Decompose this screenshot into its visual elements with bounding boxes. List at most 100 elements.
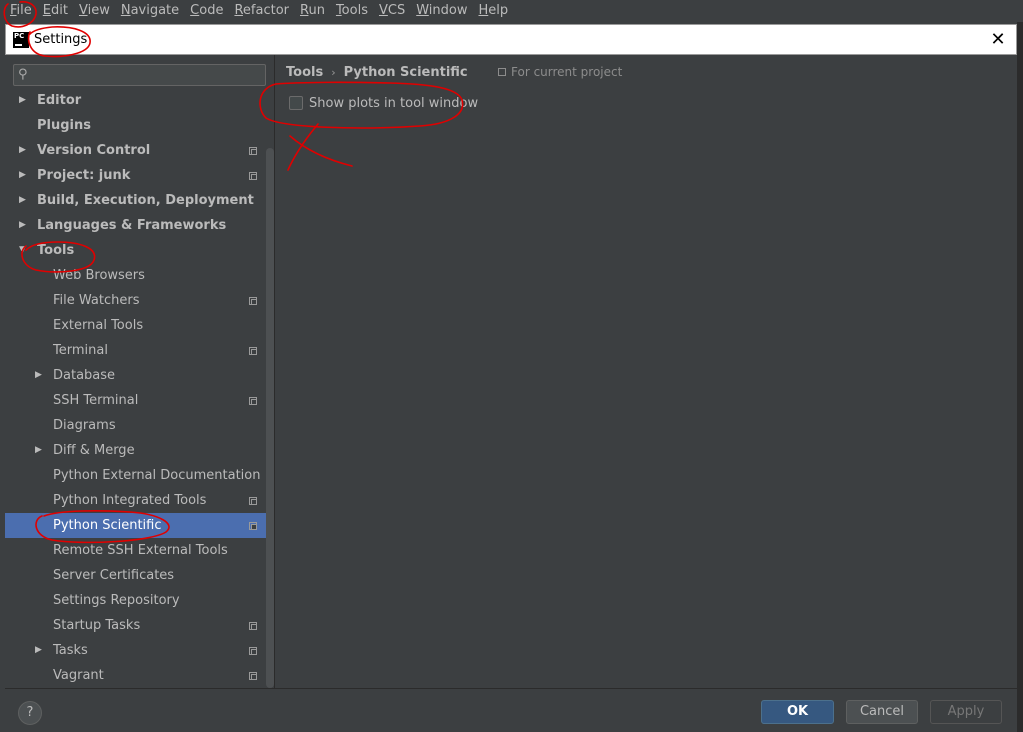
tree-item-python-scientific[interactable]: Python Scientific	[5, 513, 267, 538]
menu-edit[interactable]: Edit	[39, 1, 72, 21]
tree-item-web-browsers[interactable]: Web Browsers	[5, 263, 267, 288]
tree-item-label: Python Integrated Tools	[53, 493, 207, 508]
tree-item-label: Editor	[37, 93, 82, 108]
tree-item-settings-repository[interactable]: Settings Repository	[5, 588, 267, 613]
tree-item-label: Web Browsers	[53, 268, 145, 283]
tree-item-label: Startup Tasks	[53, 618, 141, 633]
project-level-icon	[249, 672, 257, 680]
show-plots-option[interactable]: Show plots in tool window	[289, 94, 478, 112]
tree-item-label: Diagrams	[53, 418, 116, 433]
tree-item-diagrams[interactable]: Diagrams	[5, 413, 267, 438]
tree-item-file-watchers[interactable]: File Watchers	[5, 288, 267, 313]
tree-item-ssh-terminal[interactable]: SSH Terminal	[5, 388, 267, 413]
breadcrumb-tools[interactable]: Tools	[286, 63, 323, 83]
menu-tools[interactable]: Tools	[332, 1, 372, 21]
tree-item-label: Languages & Frameworks	[37, 218, 227, 233]
tree-item-startup-tasks[interactable]: Startup Tasks	[5, 613, 267, 638]
tree-item-vagrant[interactable]: Vagrant	[5, 663, 267, 688]
tree-item-label: SSH Terminal	[53, 393, 139, 408]
tree-item-version-control[interactable]: ▶ Version Control	[5, 138, 267, 163]
collapsed-arrow-icon[interactable]: ▶	[35, 363, 42, 388]
menu-label: indow	[428, 3, 468, 18]
cancel-button[interactable]: Cancel	[846, 700, 918, 724]
tree-item-editor[interactable]: ▶ Editor	[5, 88, 267, 113]
project-level-icon	[249, 647, 257, 655]
menu-window[interactable]: Window	[412, 1, 471, 21]
pycharm-logo-icon: PC	[13, 31, 29, 48]
menu-mnemonic: C	[190, 3, 200, 18]
background-window-edge	[1017, 22, 1023, 732]
tree-item-label: Server Certificates	[53, 568, 175, 583]
project-level-icon	[249, 347, 257, 355]
collapsed-arrow-icon[interactable]: ▶	[19, 213, 26, 238]
tree-item-external-tools[interactable]: External Tools	[5, 313, 267, 338]
menu-file[interactable]: File	[6, 1, 36, 21]
ok-button[interactable]: OK	[761, 700, 834, 724]
settings-dialog: ⚲ ▶ Editor Plugins ▶ Version Control ▶ Project…	[5, 55, 1017, 732]
project-level-icon	[249, 172, 257, 180]
menu-code[interactable]: Code	[186, 1, 227, 21]
expanded-arrow-icon[interactable]: ▼	[19, 238, 26, 263]
menu-mnemonic: H	[478, 3, 489, 18]
tree-item-build-execution-deployment[interactable]: ▶ Build, Execution, Deployment	[5, 188, 267, 213]
show-plots-checkbox[interactable]	[289, 96, 303, 110]
close-icon[interactable]: ✕	[988, 30, 1008, 50]
menu-label: efactor	[242, 3, 289, 18]
collapsed-arrow-icon[interactable]: ▶	[19, 163, 26, 188]
menu-mnemonic: N	[120, 3, 131, 18]
menu-label: un	[308, 3, 325, 18]
menu-refactor[interactable]: Refactor	[230, 1, 293, 21]
menu-help[interactable]: Help	[475, 1, 513, 21]
tree-item-tools[interactable]: ▼ Tools	[5, 238, 267, 263]
menu-run[interactable]: Run	[296, 1, 329, 21]
breadcrumb-separator: ›	[331, 66, 336, 79]
collapsed-arrow-icon[interactable]: ▶	[35, 638, 42, 663]
tree-item-python-external-documentation[interactable]: Python External Documentation	[5, 463, 267, 488]
tree-item-tasks[interactable]: ▶ Tasks	[5, 638, 267, 663]
menu-bar: File Edit View Navigate Code Refactor Run Tools…	[0, 0, 1023, 22]
tree-item-server-certificates[interactable]: Server Certificates	[5, 563, 267, 588]
show-plots-label[interactable]: Show plots in tool window	[309, 96, 478, 111]
tree-item-label: Terminal	[53, 343, 108, 358]
tree-item-label: Python External Documentation	[53, 468, 261, 483]
search-icon: ⚲	[18, 67, 28, 82]
sidebar-scrollbar[interactable]	[266, 148, 274, 688]
tree-item-terminal[interactable]: Terminal	[5, 338, 267, 363]
for-current-project-note: For current project	[498, 65, 622, 79]
tree-item-label: Database	[53, 368, 116, 383]
tree-item-label: Tools	[37, 243, 75, 258]
menu-view[interactable]: View	[75, 1, 114, 21]
tree-item-remote-ssh-external-tools[interactable]: Remote SSH External Tools	[5, 538, 267, 563]
tree-item-python-integrated-tools[interactable]: Python Integrated Tools	[5, 488, 267, 513]
tree-item-project-junk[interactable]: ▶ Project: junk	[5, 163, 267, 188]
for-current-project-text: For current project	[511, 65, 623, 79]
collapsed-arrow-icon[interactable]: ▶	[35, 438, 42, 463]
project-level-icon	[249, 497, 257, 505]
search-input[interactable]	[36, 66, 261, 84]
help-button[interactable]: ?	[18, 701, 42, 725]
menu-mnemonic: E	[42, 3, 51, 18]
menu-label: ools	[341, 3, 368, 18]
menu-mnemonic: V	[78, 3, 88, 18]
breadcrumb: Tools › Python Scientific	[286, 63, 468, 83]
apply-button[interactable]: Apply	[930, 700, 1002, 724]
tree-item-languages-frameworks[interactable]: ▶ Languages & Frameworks	[5, 213, 267, 238]
dialog-footer: ? OK Cancel Apply	[5, 688, 1017, 732]
tree-item-plugins[interactable]: Plugins	[5, 113, 267, 138]
project-scope-icon	[498, 68, 506, 76]
project-level-icon	[249, 397, 257, 405]
tree-item-database[interactable]: ▶ Database	[5, 363, 267, 388]
search-box[interactable]: ⚲	[13, 64, 266, 86]
project-level-icon	[249, 297, 257, 305]
menu-navigate[interactable]: Navigate	[117, 1, 183, 21]
menu-label: ile	[16, 3, 32, 18]
collapsed-arrow-icon[interactable]: ▶	[19, 188, 26, 213]
tree-item-diff-merge[interactable]: ▶ Diff & Merge	[5, 438, 267, 463]
tree-item-label: External Tools	[53, 318, 144, 333]
collapsed-arrow-icon[interactable]: ▶	[19, 138, 26, 163]
collapsed-arrow-icon[interactable]: ▶	[19, 88, 26, 113]
menu-mnemonic: W	[416, 3, 429, 18]
tree-item-label: Settings Repository	[53, 593, 180, 608]
menu-mnemonic: V	[378, 3, 388, 18]
menu-vcs[interactable]: VCS	[375, 1, 409, 21]
